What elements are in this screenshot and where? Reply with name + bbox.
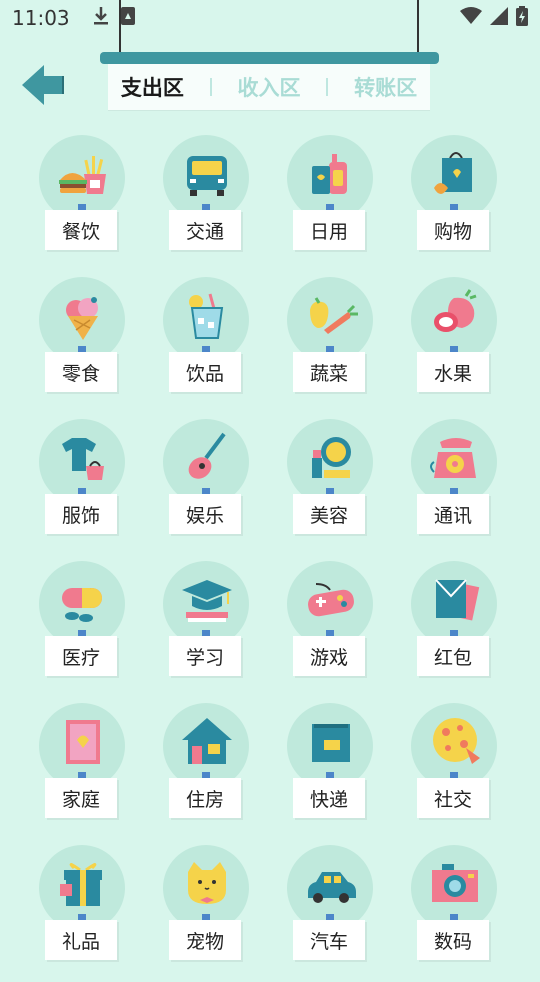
pill-icon <box>62 588 102 622</box>
signal-icon <box>490 7 508 29</box>
category-item-pets[interactable]: 宠物 <box>146 840 270 982</box>
tab-expense[interactable]: 支出区 <box>121 72 184 102</box>
category-label: 蔬菜 <box>293 352 365 392</box>
category-item-digital[interactable]: 数码 <box>394 840 518 982</box>
category-item-housing[interactable]: 住房 <box>146 698 270 840</box>
status-time: 11:03 <box>12 6 70 30</box>
hang-string-left <box>119 0 121 58</box>
ice-cream-icon <box>66 297 98 340</box>
back-button[interactable] <box>20 62 70 108</box>
category-label: 礼品 <box>45 920 117 960</box>
hang-string-right <box>417 0 419 58</box>
category-item-daily[interactable]: 日用 <box>270 130 394 272</box>
category-grid: 餐饮 交通 日用 购物 零食 饮品 蔬菜 水果 服饰 娱乐 美容 通讯 医疗 学… <box>0 130 540 982</box>
category-label: 快递 <box>293 778 365 818</box>
category-item-social[interactable]: 社交 <box>394 698 518 840</box>
category-label: 水果 <box>417 352 489 392</box>
tab-divider <box>326 78 329 96</box>
tab-rail <box>100 52 439 64</box>
house-icon <box>182 718 232 764</box>
graduation-cap-icon <box>182 580 232 622</box>
category-label: 学习 <box>169 636 241 676</box>
category-item-communication[interactable]: 通讯 <box>394 414 518 556</box>
cosmetics-icon <box>312 437 351 478</box>
clothes-icon <box>62 438 104 480</box>
category-item-beauty[interactable]: 美容 <box>270 414 394 556</box>
category-item-shopping[interactable]: 购物 <box>394 130 518 272</box>
gamepad-icon <box>308 583 354 617</box>
battery-icon <box>516 6 528 30</box>
telephone-icon <box>430 438 476 478</box>
drink-cup-icon <box>189 293 224 339</box>
category-item-vegetables[interactable]: 蔬菜 <box>270 272 394 414</box>
cat-icon <box>188 862 226 904</box>
category-label: 社交 <box>417 778 489 818</box>
category-item-express[interactable]: 快递 <box>270 698 394 840</box>
category-label: 宠物 <box>169 920 241 960</box>
gift-icon <box>60 863 102 906</box>
category-item-medical[interactable]: 医疗 <box>22 556 146 698</box>
category-label: 日用 <box>293 210 365 250</box>
tab-income[interactable]: 收入区 <box>237 72 300 102</box>
parcel-icon <box>312 724 350 762</box>
category-label: 美容 <box>293 494 365 534</box>
bus-icon <box>187 156 227 196</box>
category-label: 通讯 <box>417 494 489 534</box>
category-item-transport[interactable]: 交通 <box>146 130 270 272</box>
category-label: 游戏 <box>293 636 365 676</box>
notification-icon <box>120 6 136 30</box>
category-item-car[interactable]: 汽车 <box>270 840 394 982</box>
family-frame-icon <box>66 720 100 764</box>
guitar-icon <box>188 432 226 479</box>
shopping-bag-icon <box>434 152 472 194</box>
category-label: 零食 <box>45 352 117 392</box>
category-label: 饮品 <box>169 352 241 392</box>
status-bar: 11:03 <box>0 0 540 36</box>
wifi-icon <box>460 7 482 29</box>
car-icon <box>308 872 356 903</box>
strawberry-icon <box>434 289 477 332</box>
category-label: 购物 <box>417 210 489 250</box>
category-label: 娱乐 <box>169 494 241 534</box>
category-item-red-packet[interactable]: 红包 <box>394 556 518 698</box>
category-item-dining[interactable]: 餐饮 <box>22 130 146 272</box>
category-label: 服饰 <box>45 494 117 534</box>
category-label: 红包 <box>417 636 489 676</box>
category-item-snacks[interactable]: 零食 <box>22 272 146 414</box>
category-item-entertainment[interactable]: 娱乐 <box>146 414 270 556</box>
category-item-drinks[interactable]: 饮品 <box>146 272 270 414</box>
pizza-icon <box>433 718 480 764</box>
category-label: 交通 <box>169 210 241 250</box>
category-item-fruit[interactable]: 水果 <box>394 272 518 414</box>
category-label: 住房 <box>169 778 241 818</box>
red-envelope-icon <box>435 579 480 621</box>
vegetables-icon <box>310 297 358 334</box>
category-label: 家庭 <box>45 778 117 818</box>
burger-fries-icon <box>59 156 106 194</box>
category-item-family[interactable]: 家庭 <box>22 698 146 840</box>
category-item-gifts[interactable]: 礼品 <box>22 840 146 982</box>
category-item-study[interactable]: 学习 <box>146 556 270 698</box>
back-arrow-icon <box>22 65 64 105</box>
category-item-games[interactable]: 游戏 <box>270 556 394 698</box>
camera-icon <box>432 864 478 902</box>
tab-bar: 支出区 收入区 转账区 <box>108 64 430 110</box>
daily-goods-icon <box>312 154 347 194</box>
category-label: 数码 <box>417 920 489 960</box>
tab-transfer[interactable]: 转账区 <box>354 72 417 102</box>
category-item-clothing[interactable]: 服饰 <box>22 414 146 556</box>
category-label: 汽车 <box>293 920 365 960</box>
tab-divider <box>209 78 212 96</box>
download-icon <box>92 6 110 30</box>
category-label: 餐饮 <box>45 210 117 250</box>
category-label: 医疗 <box>45 636 117 676</box>
